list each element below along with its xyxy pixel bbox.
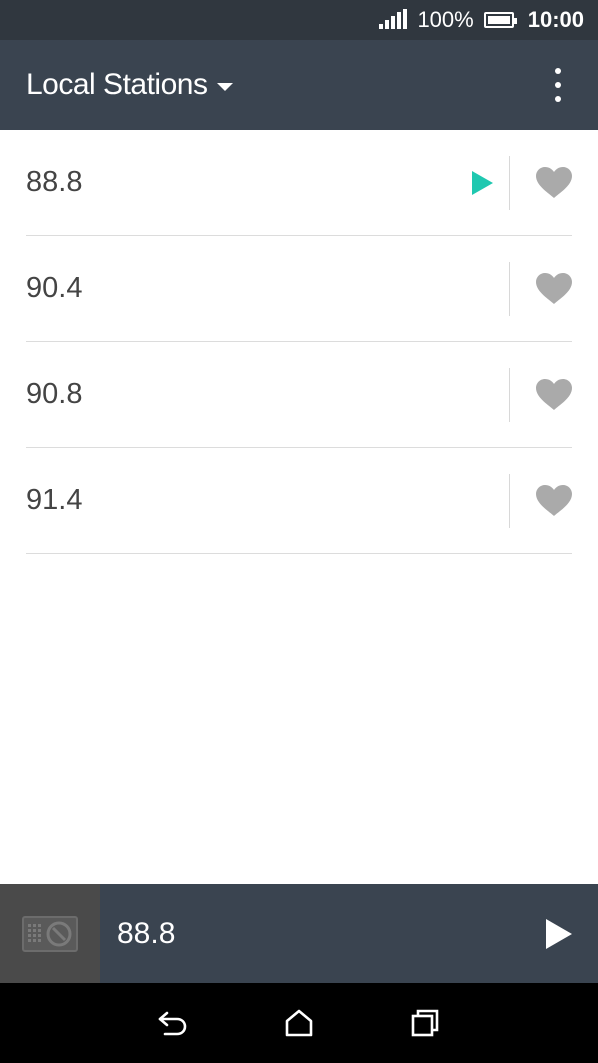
station-row[interactable]: 90.8 bbox=[26, 342, 572, 448]
system-nav-bar bbox=[0, 983, 598, 1063]
divider bbox=[509, 156, 510, 210]
clock: 10:00 bbox=[527, 7, 584, 32]
screen: 100% 10:00 Local Stations 88.8 90.4 90.8… bbox=[0, 0, 598, 1063]
recents-icon[interactable] bbox=[405, 1003, 445, 1043]
station-list: 88.8 90.4 90.8 91.4 bbox=[0, 130, 598, 554]
station-frequency: 90.4 bbox=[26, 272, 83, 304]
status-bar: 100% 10:00 bbox=[0, 0, 598, 40]
overflow-menu-icon[interactable] bbox=[548, 68, 568, 102]
divider bbox=[509, 262, 510, 316]
signal-icon bbox=[379, 9, 408, 29]
battery-icon bbox=[483, 12, 517, 28]
station-frequency: 91.4 bbox=[26, 484, 83, 516]
heart-icon[interactable] bbox=[536, 273, 572, 305]
radio-thumbnail bbox=[0, 884, 100, 983]
play-icon[interactable] bbox=[546, 919, 572, 949]
now-playing-frequency: 88.8 bbox=[117, 916, 176, 950]
app-bar: Local Stations bbox=[0, 40, 598, 130]
battery-percent: 100% bbox=[417, 7, 474, 32]
station-frequency: 90.8 bbox=[26, 378, 83, 410]
home-icon[interactable] bbox=[279, 1003, 319, 1043]
station-row[interactable]: 88.8 bbox=[26, 130, 572, 236]
station-row[interactable]: 90.4 bbox=[26, 236, 572, 342]
station-source-dropdown[interactable]: Local Stations bbox=[26, 68, 234, 102]
divider bbox=[509, 474, 510, 528]
radio-icon bbox=[22, 915, 78, 952]
back-icon[interactable] bbox=[153, 1003, 193, 1043]
now-playing-bar[interactable]: 88.8 bbox=[0, 884, 598, 983]
play-icon[interactable] bbox=[472, 171, 493, 195]
divider bbox=[509, 368, 510, 422]
station-row[interactable]: 91.4 bbox=[26, 448, 572, 554]
caret-down-icon bbox=[217, 83, 234, 91]
heart-icon[interactable] bbox=[536, 379, 572, 411]
page-title: Local Stations bbox=[26, 68, 208, 101]
heart-icon[interactable] bbox=[536, 485, 572, 517]
heart-icon[interactable] bbox=[536, 167, 572, 199]
